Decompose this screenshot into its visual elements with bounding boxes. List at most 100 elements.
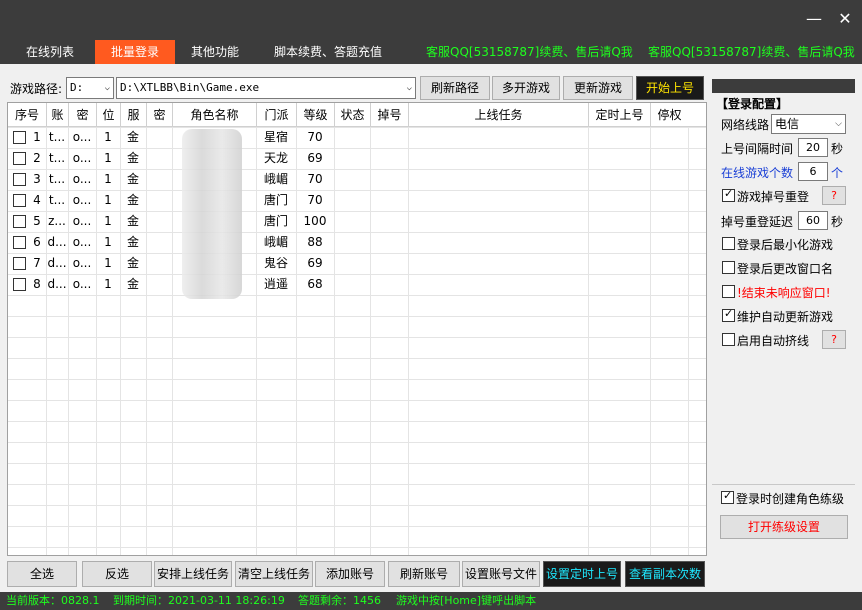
table-cell: 逍遥 (263, 277, 288, 291)
set-timed-login-button[interactable]: 设置定时上号 (543, 561, 621, 587)
column-header[interactable]: 等级 (296, 103, 334, 127)
column-header[interactable]: 定时上号 (588, 103, 650, 127)
interval-unit: 秒 (831, 142, 844, 156)
interval-input[interactable]: 20 (798, 138, 828, 157)
rename-window-label: 登录后更改窗口名 (737, 262, 834, 276)
table-cell: 100 (303, 214, 327, 228)
create-train-checkbox[interactable] (721, 489, 734, 504)
table-cell: 8 (33, 277, 41, 291)
column-header[interactable]: 角色名称 (172, 103, 256, 127)
tab-batch-login[interactable]: 批量登录 (95, 40, 175, 64)
invert-select-button[interactable]: 反选 (82, 561, 152, 587)
auto-squeeze-checkbox[interactable] (722, 333, 735, 346)
grid-row-line (8, 421, 706, 422)
tab-other-functions[interactable]: 其他功能 (183, 40, 247, 64)
table-row[interactable]: 2 t... o... 1 金 天龙 69 (8, 148, 706, 169)
column-header[interactable]: 序号 (8, 103, 46, 127)
column-header[interactable]: 位 (96, 103, 120, 127)
table-cell: d... (47, 256, 67, 270)
table-cell: 天龙 (263, 151, 288, 165)
exe-path-select[interactable]: D:\XTLBB\Bin\Game.exe ⌵ (116, 77, 416, 99)
table-row[interactable]: 3 t... o... 1 金 峨嵋 70 (8, 169, 706, 190)
grid-row-line (8, 316, 706, 317)
update-game-button[interactable]: 更新游戏 (563, 76, 633, 100)
row-checkbox[interactable] (13, 131, 26, 144)
auto-update-checkbox[interactable] (722, 307, 735, 322)
table-cell: z... (48, 214, 66, 228)
row-checkbox[interactable] (13, 173, 26, 186)
blurred-role-names (182, 129, 242, 299)
table-cell: o... (72, 193, 92, 207)
set-account-file-button[interactable]: 设置账号文件 (462, 561, 540, 587)
network-line-select[interactable]: 电信 ⌵ (771, 114, 846, 134)
column-header[interactable]: 门派 (256, 103, 296, 127)
column-header[interactable]: 停权 (650, 103, 688, 127)
table-row[interactable]: 4 t... o... 1 金 唐门 70 (8, 190, 706, 211)
table-cell: 金 (126, 130, 139, 144)
column-header[interactable]: 账 (46, 103, 68, 127)
table-row[interactable]: 7 d... o... 1 金 鬼谷 69 (8, 253, 706, 274)
column-header[interactable]: 掉号 (370, 103, 408, 127)
row-checkbox[interactable] (13, 257, 26, 270)
network-line-value: 电信 (775, 117, 800, 131)
kill-unresponsive-checkbox[interactable] (722, 285, 735, 298)
table-cell: o... (72, 235, 92, 249)
close-icon[interactable]: ✕ (834, 8, 856, 30)
table-cell: t... (48, 172, 66, 186)
row-checkbox[interactable] (13, 152, 26, 165)
tab-bar: 在线列表 批量登录 其他功能 脚本续费、答题充值 客服QQ[53158787]续… (0, 40, 862, 64)
rename-window-checkbox[interactable] (722, 261, 735, 274)
tab-renew-recharge[interactable]: 脚本续费、答题充值 (265, 40, 391, 64)
view-dungeon-count-button[interactable]: 查看副本次数 (625, 561, 705, 587)
table-cell: 1 (104, 151, 112, 165)
grid-row-line (8, 295, 706, 296)
table-row[interactable]: 5 z... o... 1 金 唐门 100 (8, 211, 706, 232)
column-header[interactable]: 状态 (334, 103, 370, 127)
table-cell: 88 (307, 235, 323, 249)
online-count-input[interactable]: 6 (798, 162, 828, 181)
auto-squeeze-help-button[interactable]: ? (822, 330, 846, 349)
reconnect-help-button[interactable]: ? (822, 186, 846, 205)
select-all-button[interactable]: 全选 (7, 561, 77, 587)
table-row[interactable]: 8 d... o... 1 金 逍遥 68 (8, 274, 706, 295)
grid-row-line (8, 505, 706, 506)
start-login-button[interactable]: 开始上号 (636, 76, 704, 100)
open-train-settings-button[interactable]: 打开练级设置 (720, 515, 848, 539)
column-header[interactable]: 密 (68, 103, 96, 127)
table-cell: 鬼谷 (263, 256, 288, 270)
row-checkbox[interactable] (13, 236, 26, 249)
table-cell: 唐门 (263, 214, 288, 228)
column-header[interactable]: 服 (120, 103, 146, 127)
reconnect-delay-input[interactable]: 60 (798, 211, 828, 230)
add-account-button[interactable]: 添加账号 (315, 561, 385, 587)
reconnect-checkbox[interactable] (722, 187, 735, 202)
minimize-checkbox[interactable] (722, 237, 735, 250)
refresh-path-button[interactable]: 刷新路径 (420, 76, 490, 100)
row-checkbox[interactable] (13, 278, 26, 291)
table-cell: o... (72, 130, 92, 144)
table-cell: d... (47, 235, 67, 249)
tab-online-list[interactable]: 在线列表 (14, 40, 86, 64)
table-row[interactable]: 1 t... o... 1 金星宿 70 (8, 127, 706, 148)
table-cell: 峨嵋 (263, 172, 288, 186)
drive-select[interactable]: D: ⌵ (66, 77, 114, 99)
arrange-tasks-button[interactable]: 安排上线任务 (154, 561, 232, 587)
table-cell: 2 (33, 151, 41, 165)
minimize-icon[interactable]: — (803, 8, 825, 30)
table-cell: d... (47, 277, 67, 291)
multi-open-button[interactable]: 多开游戏 (492, 76, 560, 100)
chevron-down-icon: ⌵ (406, 83, 412, 93)
interval-label: 上号间隔时间 (721, 142, 794, 156)
table-row[interactable]: 6 d... o... 1 金 峨嵋 88 (8, 232, 706, 253)
grid-row-line (8, 358, 706, 359)
column-header[interactable]: 密 (146, 103, 172, 127)
refresh-account-button[interactable]: 刷新账号 (388, 561, 460, 587)
row-checkbox[interactable] (13, 215, 26, 228)
table-cell: 7 (33, 256, 41, 270)
column-header[interactable]: 上线任务 (408, 103, 588, 127)
table-cell: 金 (126, 256, 139, 270)
row-checkbox[interactable] (13, 194, 26, 207)
support-qq-1: 客服QQ[53158787]续费、售后请Q我 (426, 45, 633, 59)
grid-row-line (8, 337, 706, 338)
clear-tasks-button[interactable]: 清空上线任务 (235, 561, 313, 587)
